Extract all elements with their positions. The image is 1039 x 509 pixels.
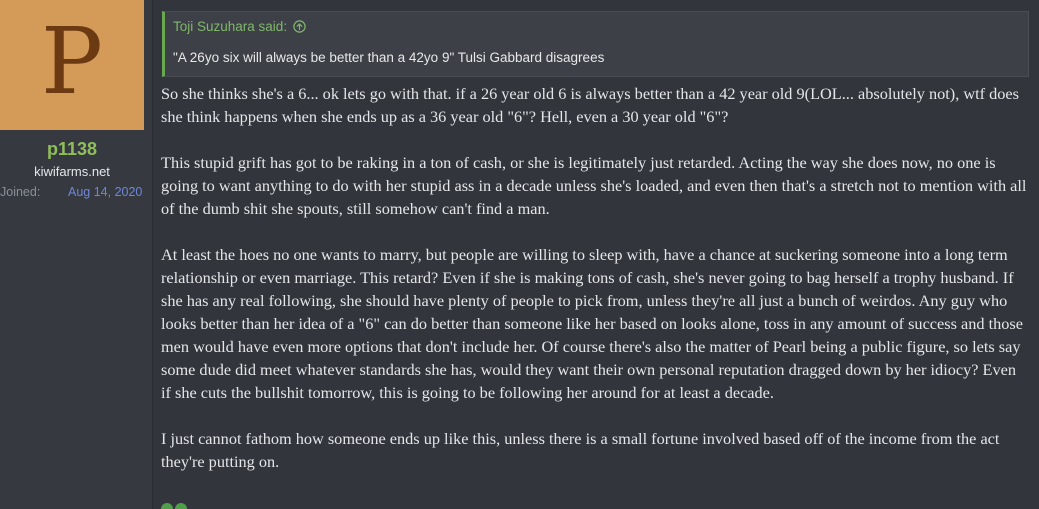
user-info-panel: P p1138 kiwifarms.net Joined: Aug 14, 20…	[0, 0, 152, 509]
post-content: Toji Suzuhara said: "A 26yo six will alw…	[152, 0, 1039, 509]
user-title: kiwifarms.net	[34, 164, 110, 179]
post-body: So she thinks she's a 6... ok lets go wi…	[161, 82, 1029, 496]
quote-author: Toji Suzuhara said:	[173, 19, 288, 34]
reaction-icon[interactable]	[175, 503, 187, 509]
joined-date: Aug 14, 2020	[68, 185, 143, 199]
quote-text: "A 26yo six will always be better than a…	[173, 50, 605, 65]
quote-attribution[interactable]: Toji Suzuhara said:	[173, 19, 306, 34]
reaction-icon[interactable]	[161, 503, 173, 509]
quote-block: Toji Suzuhara said: "A 26yo six will alw…	[162, 11, 1029, 77]
post-paragraph: I just cannot fathom how someone ends up…	[161, 429, 1000, 471]
post-paragraph: So she thinks she's a 6... ok lets go wi…	[161, 84, 1019, 126]
reactions-bar[interactable]	[161, 502, 191, 509]
post-paragraph: This stupid grift has got to be raking i…	[161, 153, 1027, 218]
arrow-up-circle-icon[interactable]	[293, 20, 306, 33]
username-link[interactable]: p1138	[0, 139, 144, 160]
avatar[interactable]: P	[0, 0, 144, 130]
joined-label: Joined:	[0, 185, 41, 199]
forum-post: P p1138 kiwifarms.net Joined: Aug 14, 20…	[0, 0, 1039, 509]
avatar-letter: P	[41, 8, 103, 115]
post-paragraph: At least the hoes no one wants to marry,…	[161, 245, 1023, 402]
